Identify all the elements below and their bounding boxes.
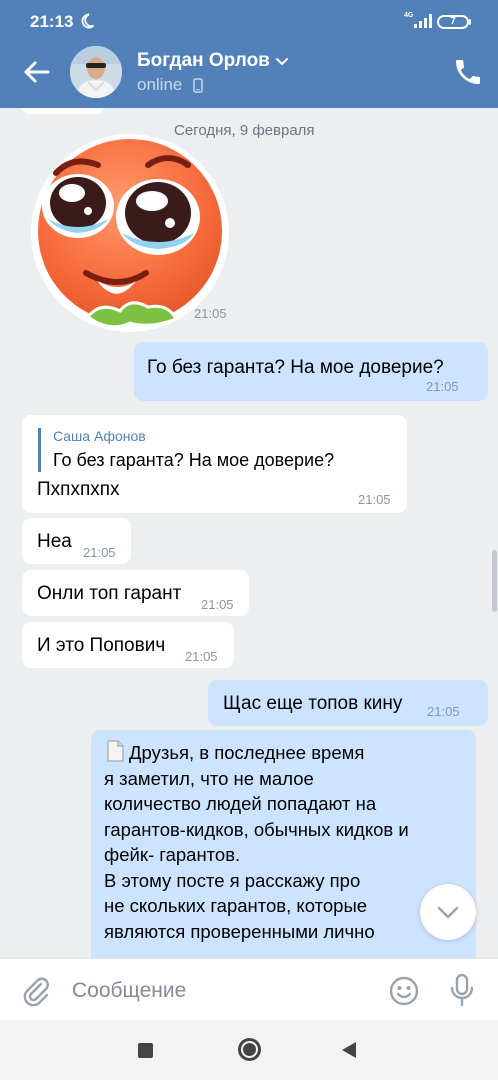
contact-avatar[interactable]	[70, 46, 122, 98]
chevron-down-icon	[437, 906, 459, 919]
message-line: В этому посте я расскажу про	[104, 869, 361, 891]
message-time: 21:05	[201, 597, 234, 612]
message-input[interactable]	[72, 973, 372, 1009]
avatar-photo	[70, 46, 122, 98]
network-type: 4G	[404, 12, 414, 19]
message-line: Друзья, в последнее время	[104, 740, 434, 766]
message-line: количество людей попадают на	[104, 793, 377, 814]
message-line: гарантов-кидков, обычных кидков и	[104, 818, 409, 840]
message-list[interactable]: Сегодня, 9 февраля 21:05 Го без гаранта?…	[0, 108, 498, 958]
scroll-to-bottom-button[interactable]	[420, 884, 476, 940]
outgoing-long-message[interactable]: Друзья, в последнее время я заметил, что…	[91, 730, 476, 958]
message-text: Пхпхпхпх	[37, 479, 120, 500]
paperclip-icon[interactable]	[20, 975, 52, 1007]
signal-icon	[414, 14, 432, 28]
back-triangle-icon[interactable]	[342, 1042, 356, 1058]
incoming-message[interactable]: Неа 21:05	[22, 518, 131, 564]
message-time: 21:05	[426, 379, 459, 394]
message-text: Онли топ гарант	[37, 583, 182, 604]
phone-icon[interactable]	[452, 56, 484, 88]
status-bar: 21:13 4G 7	[0, 0, 498, 40]
system-navigation-bar	[0, 1020, 498, 1080]
previous-message-bubble	[22, 108, 104, 114]
do-not-disturb-moon-icon	[81, 13, 95, 29]
message-time: 21:05	[358, 492, 391, 507]
outgoing-message[interactable]: Щас еще топов кину 21:05	[208, 680, 488, 726]
battery-tip	[469, 19, 471, 25]
chat-header: 21:13 4G 7 Богдан Орлов online	[0, 0, 498, 108]
scrollbar-thumb[interactable]	[492, 550, 497, 612]
recents-square-icon[interactable]	[138, 1043, 153, 1058]
contact-name[interactable]: Богдан Орлов	[137, 50, 270, 72]
document-icon	[107, 740, 124, 762]
message-line: являются проверенными лично	[104, 920, 375, 942]
message-text: Неа	[37, 531, 72, 552]
message-line: не скольких гарантов, которые	[104, 895, 368, 916]
contact-status: online	[137, 75, 183, 94]
composer	[0, 958, 498, 1020]
message-time: 21:05	[83, 545, 116, 560]
message-text: И это Попович	[37, 635, 166, 656]
message-text: Друзья, в последнее время я заметил, что…	[104, 740, 434, 944]
sticker-time: 21:05	[194, 306, 227, 321]
smile-icon[interactable]	[388, 975, 420, 1007]
incoming-message[interactable]: И это Попович 21:05	[22, 622, 234, 668]
outgoing-message[interactable]: Го без гаранта? На мое доверие? 21:05	[134, 342, 488, 401]
mobile-phone-icon	[193, 78, 203, 93]
incoming-message[interactable]: Онли топ гарант 21:05	[22, 570, 249, 616]
message-line: фейк- гарантов.	[104, 844, 241, 865]
battery-icon: 7	[437, 15, 469, 29]
message-text: Щас еще топов кину	[223, 693, 403, 714]
status-time: 21:13	[30, 12, 74, 31]
home-circle-icon[interactable]	[238, 1038, 261, 1061]
microphone-icon[interactable]	[446, 973, 478, 1007]
reply-author[interactable]: Саша Афонов	[53, 427, 146, 445]
message-time: 21:05	[185, 649, 218, 664]
incoming-message-with-reply[interactable]: Саша Афонов Го без гаранта? На мое довер…	[22, 415, 407, 513]
pleading-face-sticker[interactable]	[28, 133, 233, 333]
reply-quote-bar	[38, 428, 41, 472]
reply-quoted-text: Го без гаранта? На мое доверие?	[53, 450, 335, 470]
message-line: я заметил, что не малое	[104, 767, 314, 789]
chevron-down-icon[interactable]	[275, 56, 289, 68]
back-arrow-icon[interactable]	[14, 52, 58, 92]
message-text: Го без гаранта? На мое доверие?	[147, 357, 444, 378]
message-time: 21:05	[427, 704, 460, 719]
